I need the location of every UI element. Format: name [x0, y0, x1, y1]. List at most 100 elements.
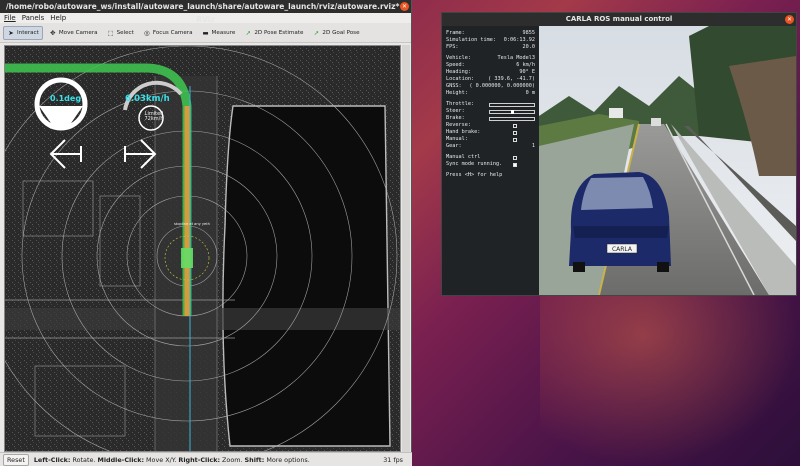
tool-label: Move Camera [58, 29, 98, 36]
info-key: GNSS: [446, 83, 462, 89]
info-row: Steer: [446, 108, 535, 115]
info-row: Location: ( 339.6, -41.7) [446, 76, 535, 83]
info-key: Location: [446, 76, 475, 82]
steer-marker [510, 109, 514, 114]
info-key: Heading: [446, 69, 471, 75]
ego-vehicle [181, 248, 193, 268]
info-row: Reverse: [446, 122, 535, 129]
reset-button[interactable]: Reset [3, 453, 29, 466]
state-checkbox [513, 162, 517, 167]
info-value: 20.0 [522, 44, 536, 50]
info-row: Throttle: [446, 101, 535, 108]
info-key: Press <H> for help [446, 172, 503, 178]
state-checkbox [513, 130, 517, 135]
info-row: Manual ctrl [446, 154, 535, 161]
info-row: GNSS: ( 0.000000, 0.000000) [446, 83, 535, 90]
rviz-3d-viewport[interactable]: 0.1deg 6.03km/h Limited 72km/h stopline … [4, 45, 401, 452]
info-key: Throttle: [446, 101, 475, 107]
info-value: 1 [531, 143, 535, 149]
license-plate-text: CARLA [612, 246, 633, 253]
building-footprint [222, 105, 391, 447]
info-value: 0:06:13.92 [503, 37, 535, 43]
info-key: Steer: [446, 108, 465, 114]
vehicle-info-panel: Frame: 9855 Simulation time: 0:06:13.92 FPS:… [442, 26, 539, 295]
info-row: Hand brake: [446, 129, 535, 136]
info-value: 90° E [519, 69, 535, 75]
info-value: 9855 [522, 30, 536, 36]
help-right-action: Zoom. [220, 455, 245, 464]
info-value: ( 0.000000, 0.000000) [469, 83, 535, 89]
map-render [5, 46, 400, 451]
state-checkbox [513, 137, 517, 142]
help-shift-action: More options. [264, 455, 310, 464]
desktop-wallpaper-glow [540, 280, 800, 466]
info-row: Brake: [446, 115, 535, 122]
tool-label: 2D Goal Pose [322, 29, 360, 36]
info-key: Vehicle: [446, 55, 471, 61]
info-key: Manual: [446, 136, 468, 142]
rviz-toolbar: ➤ Interact ✥ Move Camera ⬚ Select ◎ Focu… [0, 23, 411, 43]
info-row: Height: 0 m [446, 90, 535, 97]
info-key: Gear: [446, 143, 462, 149]
tool-label: Interact [17, 29, 39, 36]
measure-icon: ▬ [202, 28, 209, 37]
close-icon[interactable]: ✕ [785, 15, 794, 24]
menu-help[interactable]: Help [50, 13, 66, 23]
goal-pose-icon: ➚ [313, 28, 320, 37]
info-row: FPS: 20.0 [446, 44, 535, 51]
info-value: 0 m [525, 90, 535, 96]
info-row: Press <H> for help [446, 172, 535, 179]
info-value: Tesla Model3 [497, 55, 535, 61]
rviz-statusbar: Reset Left-Click: Rotate. Middle-Click: … [0, 452, 412, 466]
tool-measure[interactable]: ▬ Measure [199, 26, 239, 40]
help-right-key: Right-Click: [178, 455, 221, 464]
close-icon[interactable]: ✕ [400, 2, 409, 11]
info-row: Heading: 90° E [446, 69, 535, 76]
carla-titlebar[interactable]: CARLA ROS manual control ✕ [442, 13, 796, 26]
tool-focus-camera[interactable]: ◎ Focus Camera [140, 26, 196, 40]
info-row: Gear: 1 [446, 143, 535, 150]
info-row: Vehicle: Tesla Model3 [446, 55, 535, 62]
move-camera-icon: ✥ [50, 28, 56, 37]
help-shift-key: Shift: [244, 455, 265, 464]
control-bar [489, 109, 535, 114]
menu-panels[interactable]: Panels [22, 13, 45, 23]
ego-car-tesla [569, 172, 671, 272]
carla-window: CARLA ROS manual control ✕ Frame: 9855 Sim… [441, 12, 797, 296]
select-icon: ⬚ [107, 28, 114, 37]
info-key: Height: [446, 90, 468, 96]
driving-scene: CARLA [539, 26, 796, 295]
tool-label: Measure [211, 29, 236, 36]
tool-2d-goal-pose[interactable]: ➚ 2D Goal Pose [309, 26, 362, 40]
info-row: Manual: [446, 136, 535, 143]
info-key: Frame: [446, 30, 465, 36]
tool-2d-pose-estimate[interactable]: ➚ 2D Pose Estimate [241, 26, 306, 40]
info-row: Simulation time: 0:06:13.92 [446, 37, 535, 44]
info-value: ( 339.6, -41.7) [488, 76, 535, 82]
menu-file[interactable]: File [4, 13, 16, 23]
fps-counter: 31 fps [383, 455, 403, 464]
help-left-key: Left-Click: [33, 455, 71, 464]
control-bar [489, 116, 535, 121]
info-row: Frame: 9855 [446, 30, 535, 37]
state-checkbox [513, 155, 517, 160]
pose-estimate-icon: ➚ [245, 28, 252, 37]
info-key: Hand brake: [446, 129, 481, 135]
tool-interact[interactable]: ➤ Interact [3, 25, 43, 40]
stopline-annotation: stopline at any yeth [174, 222, 210, 226]
info-key: Manual ctrl [446, 154, 481, 160]
tool-select[interactable]: ⬚ Select [104, 26, 137, 40]
info-key: Sync mode running. [446, 161, 503, 167]
tool-move-camera[interactable]: ✥ Move Camera [46, 26, 101, 40]
speed-limit-label: Limited 72km/h [144, 111, 164, 122]
control-bar [489, 102, 535, 107]
info-key: Brake: [446, 115, 465, 121]
steering-angle-readout: 0.1deg [50, 94, 82, 103]
viewport-scrollbar[interactable] [402, 45, 410, 452]
rviz-titlebar[interactable]: /home/robo/autoware_ws/install/autoware_… [0, 0, 411, 24]
info-value: 6 km/h [516, 62, 535, 68]
cursor-icon: ➤ [8, 28, 14, 37]
info-key: Simulation time: [446, 37, 496, 43]
info-key: Speed: [446, 62, 465, 68]
info-key: Reverse: [446, 122, 471, 128]
